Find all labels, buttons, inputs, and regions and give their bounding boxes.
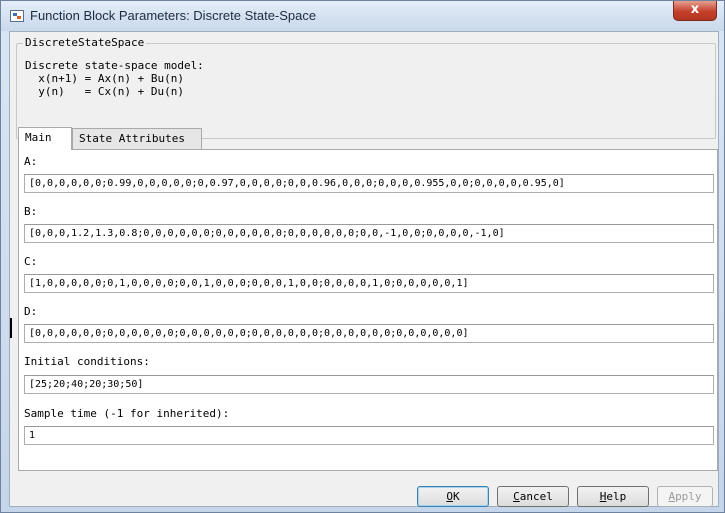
b-matrix-field[interactable]: [0,0,0,1.2,1.3,0.8;0,0,0,0,0,0;0,0,0,0,0… xyxy=(24,224,714,243)
label-b: B: xyxy=(24,205,38,218)
description-line-3: y(n) = Cx(n) + Du(n) xyxy=(25,85,184,98)
c-matrix-field[interactable]: [1,0,0,0,0,0;0,1,0,0,0,0;0,0,1,0,0,0;0,0… xyxy=(24,274,714,293)
block-parameters-icon xyxy=(10,10,24,22)
main-tab-panel: A: [0,0,0,0,0,0;0.99,0,0,0,0,0;0,0.97,0,… xyxy=(18,149,718,471)
cancel-button[interactable]: Cancel xyxy=(497,486,569,507)
label-initial-conditions: Initial conditions: xyxy=(24,355,150,368)
ok-button[interactable]: OK xyxy=(417,486,489,507)
label-d: D: xyxy=(24,305,38,318)
label-sample-time: Sample time (-1 for inherited): xyxy=(24,407,230,420)
initial-conditions-field[interactable]: [25;20;40;20;30;50] xyxy=(24,375,714,394)
help-button[interactable]: Help xyxy=(577,486,649,507)
cancel-label-rest: ancel xyxy=(519,490,553,503)
ok-label-rest: K xyxy=(453,490,460,503)
tab-main[interactable]: Main xyxy=(18,127,72,150)
d-matrix-field[interactable]: [0,0,0,0,0,0;0,0,0,0,0,0;0,0,0,0,0,0;0,0… xyxy=(24,324,714,343)
resize-marker xyxy=(10,318,12,338)
group-legend: DiscreteStateSpace xyxy=(23,36,147,49)
dialog-window: Function Block Parameters: Discrete Stat… xyxy=(0,0,725,513)
a-matrix-field[interactable]: [0,0,0,0,0,0;0.99,0,0,0,0,0;0,0.97,0,0,0… xyxy=(24,174,714,193)
cancel-mnemonic: C xyxy=(513,490,520,503)
apply-label-rest: pply xyxy=(675,490,702,503)
description-line-2: x(n+1) = Ax(n) + Bu(n) xyxy=(25,72,184,85)
sample-time-field[interactable]: 1 xyxy=(24,426,714,445)
help-label-rest: elp xyxy=(606,490,627,503)
label-c: C: xyxy=(24,255,38,268)
close-icon: x xyxy=(690,2,700,17)
block-description-group: DiscreteStateSpace Discrete state-space … xyxy=(16,36,716,139)
dialog-client-area: DiscreteStateSpace Discrete state-space … xyxy=(9,31,719,507)
tab-state-attributes[interactable]: State Attributes xyxy=(72,128,202,149)
window-title: Function Block Parameters: Discrete Stat… xyxy=(30,8,317,23)
apply-button[interactable]: Apply xyxy=(657,486,713,507)
ok-mnemonic: O xyxy=(446,490,453,503)
description-line-1: Discrete state-space model: xyxy=(25,59,204,72)
title-bar[interactable]: Function Block Parameters: Discrete Stat… xyxy=(1,1,724,31)
close-button[interactable]: x xyxy=(673,1,717,21)
label-a: A: xyxy=(24,155,38,168)
